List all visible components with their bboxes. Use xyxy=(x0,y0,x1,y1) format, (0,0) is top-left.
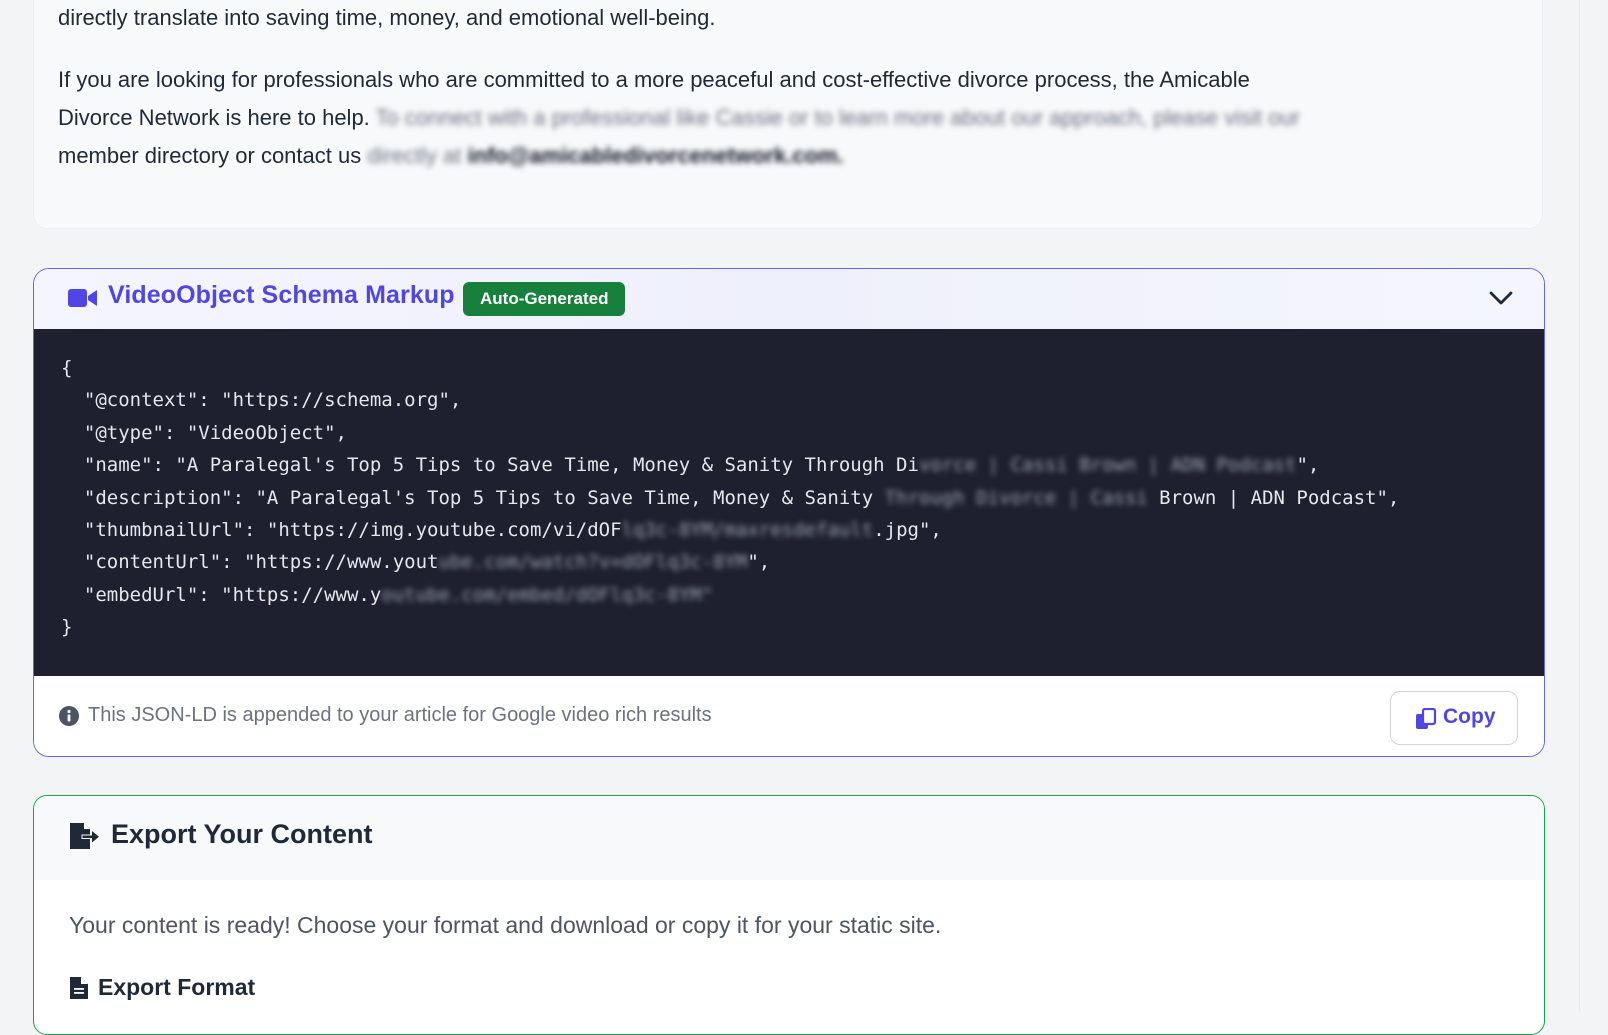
json-ld-code-block: { "@context": "https://schema.org", "@ty… xyxy=(34,329,1544,676)
code-text: Brown | ADN Podcast", xyxy=(1147,487,1400,509)
code-line: } xyxy=(61,616,73,638)
code-text: ", xyxy=(747,551,771,573)
copy-icon xyxy=(1416,708,1437,729)
scrollbar[interactable] xyxy=(1579,0,1608,1011)
article-paragraph: If you are looking for professionals who… xyxy=(58,61,1518,175)
code-line: "contentUrl": "https://www.youtube.com/w… xyxy=(61,547,770,577)
auto-generated-badge: Auto-Generated xyxy=(463,282,626,316)
contact-email-link[interactable]: info@amicabledivorcenetwork.com. xyxy=(468,143,844,168)
code-text-blurred: outube.com/embed/dOFlq3c-8YM" xyxy=(381,584,714,606)
article-text: member directory or contact us xyxy=(58,143,362,168)
article-text-blurred: directly at xyxy=(367,143,462,168)
export-title: Export Your Content xyxy=(111,819,373,849)
code-text-blurred: lq3c-8YM/maxresdefault xyxy=(621,519,874,541)
schema-footer-note: This JSON-LD is appended to your article… xyxy=(88,704,712,726)
page: directly translate into saving time, mon… xyxy=(0,0,1608,1035)
code-text: .jpg", xyxy=(873,519,942,541)
code-text-blurred: Through Divorce | Cassi xyxy=(884,487,1148,509)
code-line: "thumbnailUrl": "https://img.youtube.com… xyxy=(61,515,942,545)
code-line: "name": "A Paralegal's Top 5 Tips to Sav… xyxy=(61,450,1319,480)
file-icon xyxy=(70,977,88,999)
schema-card-footer: This JSON-LD is appended to your article… xyxy=(34,676,1544,756)
article-paragraph: directly translate into saving time, mon… xyxy=(58,5,716,30)
code-text-blurred: vorce | Cassi Brown | ADN Podcast xyxy=(918,454,1297,476)
export-description: Your content is ready! Choose your forma… xyxy=(69,912,942,938)
copy-button[interactable]: Copy xyxy=(1390,691,1518,745)
video-icon xyxy=(68,289,97,307)
code-text: "description": "A Paralegal's Top 5 Tips… xyxy=(61,487,885,509)
export-format-label: Export Format xyxy=(98,974,256,1000)
schema-title: VideoObject Schema Markup xyxy=(108,281,455,309)
video-schema-card: VideoObject Schema Markup Auto-Generated… xyxy=(33,268,1545,757)
code-text: ", xyxy=(1296,454,1320,476)
code-line: "embedUrl": "https://www.youtube.com/emb… xyxy=(61,580,713,610)
article-text-blurred: To connect with a professional like Cass… xyxy=(375,105,1301,130)
copy-button-label: Copy xyxy=(1443,705,1496,728)
code-line: { xyxy=(61,357,73,379)
info-icon xyxy=(59,706,79,726)
article-text: Divorce Network is here to help. xyxy=(58,105,370,130)
file-export-icon xyxy=(70,823,99,849)
code-line: "description": "A Paralegal's Top 5 Tips… xyxy=(61,483,1400,513)
code-line: "@context": "https://schema.org", xyxy=(61,389,462,411)
code-text: "embedUrl": "https://www.y xyxy=(61,584,382,606)
code-text: "contentUrl": "https://www.yout xyxy=(61,551,439,573)
code-text: "thumbnailUrl": "https://img.youtube.com… xyxy=(61,519,622,541)
code-line: "@type": "VideoObject", xyxy=(61,422,347,444)
article-body-card: directly translate into saving time, mon… xyxy=(33,0,1543,229)
export-card-header: Export Your Content xyxy=(34,796,1544,880)
code-text-blurred: ube.com/watch?v=dOFlq3c-8YM xyxy=(438,551,748,573)
article-text: If you are looking for professionals who… xyxy=(58,67,1250,92)
chevron-down-icon[interactable] xyxy=(1488,287,1514,309)
code-text: "name": "A Paralegal's Top 5 Tips to Sav… xyxy=(61,454,919,476)
schema-card-header[interactable]: VideoObject Schema Markup Auto-Generated xyxy=(34,269,1544,329)
export-content-card: Export Your Content Your content is read… xyxy=(33,795,1545,1035)
